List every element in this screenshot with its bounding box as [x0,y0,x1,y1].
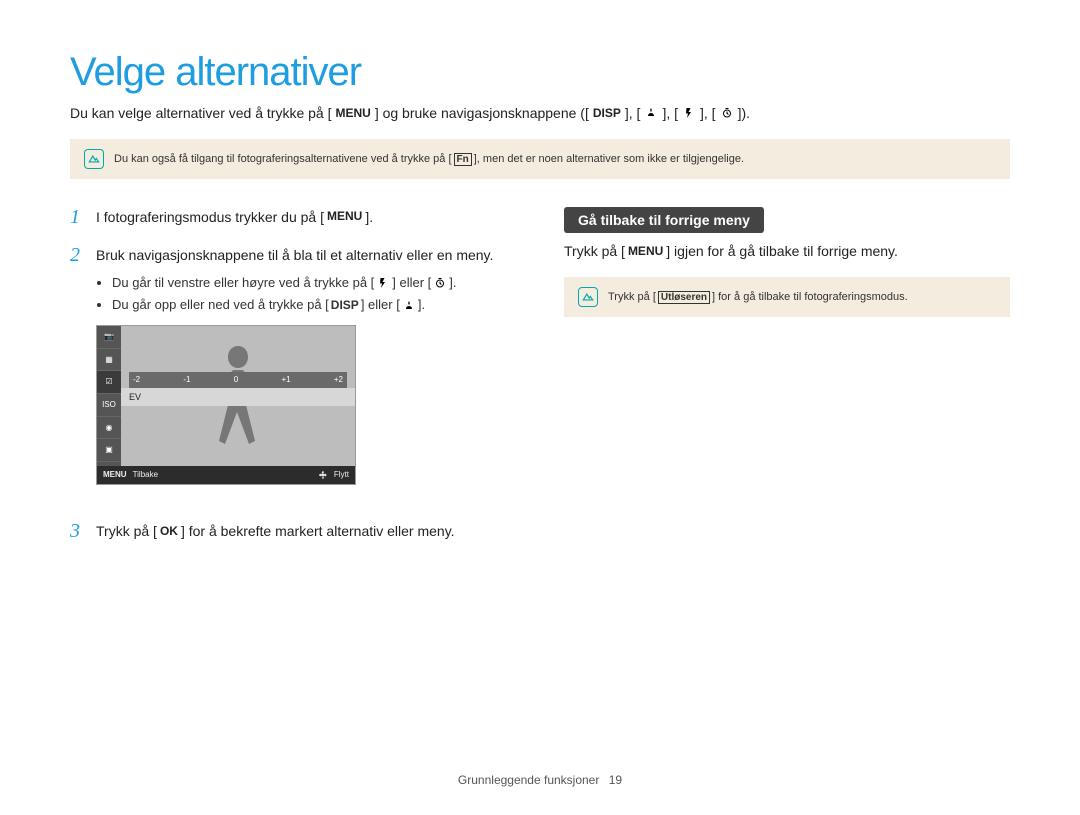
step-number: 3 [70,521,86,541]
s3-pre: Trykk på [ [96,521,157,541]
note-text-2: Trykk på [ Utløseren ] for å gå tilbake … [608,291,908,304]
ev-tick: 0 [234,374,238,386]
note2-post: ] for å gå tilbake til fotograferingsmod… [712,291,908,303]
s1-pre: I fotograferingsmodus trykker du på [ [96,207,324,227]
menu-button-label: MENU [628,244,663,258]
lcd-sidebar-item: ▣ [97,439,121,462]
intro-sep3: ], [ [700,105,716,121]
step-body: Bruk navigasjonsknappene til å bla til e… [96,245,516,503]
menu-button-label: MENU [103,469,127,481]
b1-mid: ] eller [ [392,274,431,293]
b1-post: ]. [449,274,456,293]
s1-post: ]. [365,207,373,227]
step-number: 2 [70,245,86,503]
step-number: 1 [70,207,86,227]
note-text-1: Du kan også få tilgang til fotografering… [114,153,744,166]
section-header: Gå tilbake til forrige meny [564,207,764,233]
lcd-footer: MENU Tilbake Flytt [97,466,355,484]
lcd-ev-scale: -2 -1 0 +1 +2 [129,372,347,388]
step-body: I fotograferingsmodus trykker du på [ ME… [96,207,516,227]
rl-post: ] igjen for å gå tilbake til forrige men… [666,243,898,259]
intro-mid: ] og bruke navigasjonsknappene ([ [375,105,589,121]
footer-page-number: 19 [609,773,622,787]
timer-icon [433,276,447,290]
list-item: Du går til venstre eller høyre ved å try… [112,274,516,293]
right-column: Gå tilbake til forrige meny Trykk på [ M… [564,207,1010,560]
intro-end: ]). [738,105,750,121]
note-icon [578,287,598,307]
macro-icon [402,299,416,313]
step-2-bullets: Du går til venstre eller høyre ved å try… [96,274,516,316]
fn-button-label: Fn [454,153,472,166]
lcd-sidebar-item: ISO [97,394,121,417]
lcd-sidebar: 📷 ▦ ☑ ISO ◉ ▣ ✷ [97,326,121,484]
move-icon [318,470,328,480]
intro-sep1: ], [ [625,105,641,121]
ok-button-label: OK [160,523,178,540]
flash-icon [682,106,696,120]
note1-post: ], men det er noen alternativer som ikke… [474,153,744,165]
step-2: 2 Bruk navigasjonsknappene til å bla til… [70,245,516,503]
b2-mid: ] eller [ [361,296,400,315]
b2-post: ]. [418,296,425,315]
disp-button-label: DISP [593,106,621,120]
menu-button-label: MENU [335,106,370,120]
step-1: 1 I fotograferingsmodus trykker du på [ … [70,207,516,227]
step-3: 3 Trykk på [ OK ] for å bekrefte markert… [70,521,516,541]
lcd-sidebar-item: ◉ [97,417,121,440]
intro-pre: Du kan velge alternativer ved å trykke p… [70,105,331,121]
disp-button-label: DISP [331,297,359,314]
macro-icon [644,106,658,120]
step-body: Trykk på [ OK ] for å bekrefte markert a… [96,521,516,541]
intro-sep2: ], [ [662,105,678,121]
columns: 1 I fotograferingsmodus trykker du på [ … [70,207,1010,560]
flash-icon [376,276,390,290]
left-column: 1 I fotograferingsmodus trykker du på [ … [70,207,516,560]
timer-icon [720,106,734,120]
ev-tick: +2 [334,374,343,386]
page-title: Velge alternativer [70,50,1010,95]
ev-tick: -2 [133,374,140,386]
lcd-sidebar-item: ☑ [97,371,121,394]
note-box-1: Du kan også få tilgang til fotografering… [70,139,1010,179]
note1-pre: Du kan også få tilgang til fotografering… [114,153,452,165]
lcd-preview: 📷 ▦ ☑ ISO ◉ ▣ ✷ [96,325,356,485]
right-line: Trykk på [ MENU ] igjen for å gå tilbake… [564,243,1010,259]
lcd-main: -2 -1 0 +1 +2 EV [121,326,355,466]
lcd-sidebar-item: ▦ [97,349,121,372]
b1-pre: Du går til venstre eller høyre ved å try… [112,274,374,293]
intro-text: Du kan velge alternativer ved å trykke p… [70,105,1010,121]
ev-tick: -1 [183,374,190,386]
note-box-2: Trykk på [ Utløseren ] for å gå tilbake … [564,277,1010,317]
list-item: Du går opp eller ned ved å trykke på [ D… [112,296,516,315]
shutter-button-label: Utløseren [658,291,710,304]
s2-text: Bruk navigasjonsknappene til å bla til e… [96,245,516,265]
menu-button-label: MENU [327,208,362,225]
ev-tick: +1 [281,374,290,386]
rl-pre: Trykk på [ [564,243,625,259]
note-icon [84,149,104,169]
lcd-ev-label: EV [121,388,355,406]
lcd-foot-move: Flytt [334,469,349,481]
footer-section: Grunnleggende funksjoner [458,773,599,787]
page: Velge alternativer Du kan velge alternat… [0,0,1080,560]
note2-pre: Trykk på [ [608,291,656,303]
page-footer: Grunnleggende funksjoner 19 [0,773,1080,787]
lcd-sidebar-item: 📷 [97,326,121,349]
b2-pre: Du går opp eller ned ved å trykke på [ [112,296,329,315]
lcd-foot-back: Tilbake [133,469,159,481]
s3-post: ] for å bekrefte markert alternativ elle… [181,521,455,541]
